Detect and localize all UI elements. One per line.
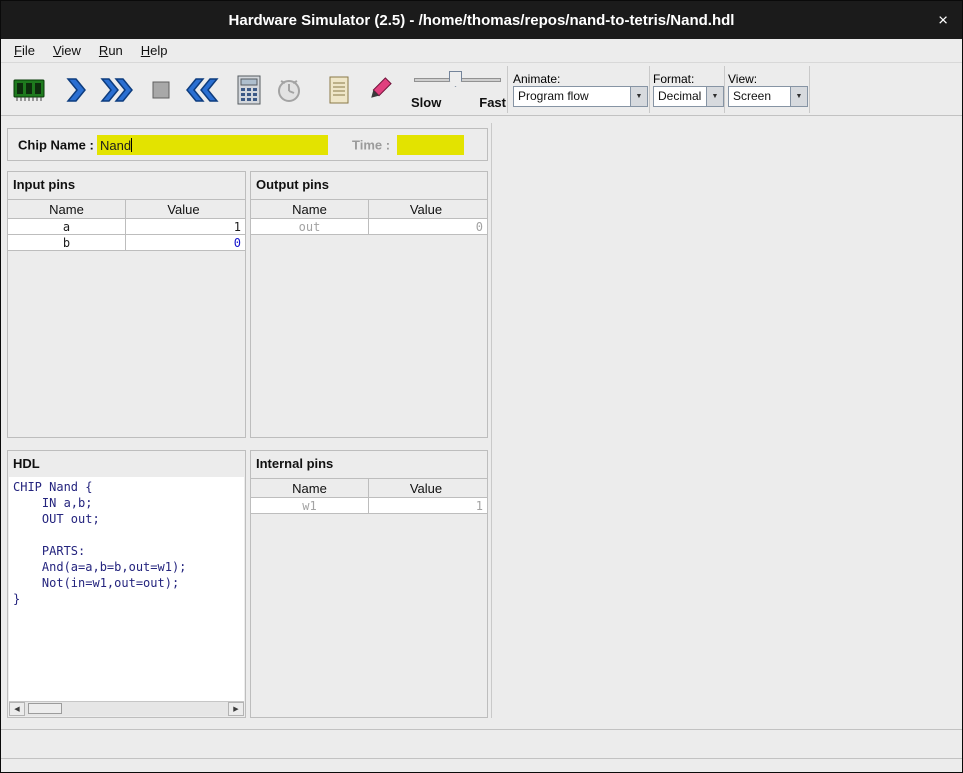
script-button[interactable] — [319, 70, 359, 110]
output-pins-title: Output pins — [256, 177, 329, 192]
column-header-value: Value — [369, 479, 487, 497]
menu-bar: File View Run Help — [1, 39, 962, 62]
column-header-name: Name — [251, 200, 369, 218]
titlebar: Hardware Simulator (2.5) - /home/thomas/… — [1, 1, 962, 39]
message-bar — [1, 758, 962, 773]
internal-pins-panel: Internal pins Name Value w1 1 — [250, 450, 488, 718]
table-header: Name Value — [8, 199, 245, 219]
chevron-down-icon[interactable]: ▼ — [706, 87, 723, 106]
pin-row-b: b 0 — [8, 235, 245, 251]
eraser-icon — [365, 76, 393, 104]
hdl-code-view: CHIP Nand { IN a,b; OUT out; PARTS: And(… — [9, 477, 244, 701]
calculator-icon — [236, 75, 262, 105]
hardware-simulator-window: Hardware Simulator (2.5) - /home/thomas/… — [0, 0, 963, 773]
script-icon — [327, 75, 351, 105]
hdl-title: HDL — [13, 456, 40, 471]
chip-name-value: Nand — [100, 138, 131, 153]
fast-label: Fast — [479, 95, 506, 110]
chip-name-bar: Chip Name : Nand Time : — [7, 128, 488, 161]
speed-slider: Slow Fast — [409, 68, 506, 113]
scrollbar-track[interactable] — [25, 702, 228, 716]
toolbar-separator — [507, 66, 508, 113]
memory-chip-icon — [13, 77, 45, 103]
scrollbar-thumb[interactable] — [28, 703, 62, 714]
time-label: Time : — [352, 137, 390, 152]
calculator-button[interactable] — [229, 70, 269, 110]
toolbar-separator — [724, 66, 725, 113]
pin-row-a: a 1 — [8, 219, 245, 235]
chip-name-input[interactable]: Nand — [97, 135, 328, 155]
hdl-code: CHIP Nand { IN a,b; OUT out; PARTS: And(… — [9, 477, 244, 609]
load-chip-button[interactable] — [9, 70, 49, 110]
pin-value[interactable]: 1 — [126, 219, 245, 234]
run-button[interactable] — [97, 70, 137, 110]
toolbar-separator — [649, 66, 650, 113]
column-header-name: Name — [8, 200, 126, 218]
text-caret — [131, 138, 132, 152]
output-pins-table: Name Value out 0 — [251, 199, 487, 235]
chip-display-area — [491, 123, 957, 718]
breakpoints-button[interactable] — [359, 70, 399, 110]
format-value: Decimal — [654, 87, 706, 106]
input-pins-table: Name Value a 1 b 0 — [8, 199, 245, 251]
animate-select[interactable]: Program flow ▼ — [513, 86, 648, 107]
fast-forward-icon — [98, 76, 136, 104]
single-step-button[interactable] — [56, 70, 96, 110]
close-button[interactable]: × — [938, 12, 948, 29]
output-pins-panel: Output pins Name Value out 0 — [250, 171, 488, 438]
chevron-down-icon[interactable]: ▼ — [630, 87, 647, 106]
format-label: Format: — [653, 72, 694, 86]
scroll-left-button[interactable]: ◀ — [9, 702, 25, 716]
menu-help[interactable]: Help — [132, 41, 177, 60]
format-select[interactable]: Decimal ▼ — [653, 86, 724, 107]
scroll-right-button[interactable]: ▶ — [228, 702, 244, 716]
animate-label: Animate: — [513, 72, 560, 86]
menu-view[interactable]: View — [44, 41, 90, 60]
menu-file[interactable]: File — [5, 41, 44, 60]
toolbar-separator — [809, 66, 810, 113]
view-select[interactable]: Screen ▼ — [728, 86, 808, 107]
stop-button[interactable] — [141, 70, 181, 110]
pin-value: 0 — [369, 219, 487, 234]
hdl-horizontal-scrollbar: ◀ ▶ — [9, 701, 244, 716]
window-title: Hardware Simulator (2.5) - /home/thomas/… — [229, 12, 735, 29]
pin-row-w1: w1 1 — [251, 498, 487, 514]
toolbar: Slow Fast Animate: Program flow ▼ Format… — [1, 62, 962, 116]
view-value: Screen — [729, 87, 790, 106]
pin-value[interactable]: 0 — [126, 235, 245, 250]
pin-name: w1 — [251, 498, 369, 513]
clock-icon — [275, 75, 303, 105]
view-label: View: — [728, 72, 757, 86]
stop-icon — [149, 78, 173, 102]
pin-value: 1 — [369, 498, 487, 513]
chip-name-label: Chip Name : — [18, 137, 94, 152]
table-header: Name Value — [251, 478, 487, 498]
internal-pins-title: Internal pins — [256, 456, 333, 471]
clock-button[interactable] — [269, 70, 309, 110]
pin-name: a — [8, 219, 126, 234]
hdl-panel: HDL CHIP Nand { IN a,b; OUT out; PARTS: … — [7, 450, 246, 718]
reset-button[interactable] — [182, 70, 222, 110]
animate-value: Program flow — [514, 87, 630, 106]
chevron-down-icon[interactable]: ▼ — [790, 87, 807, 106]
pin-name: out — [251, 219, 369, 234]
pin-name: b — [8, 235, 126, 250]
single-step-icon — [62, 76, 90, 104]
rewind-icon — [183, 76, 221, 104]
input-pins-panel: Input pins Name Value a 1 b 0 — [7, 171, 246, 438]
column-header-name: Name — [251, 479, 369, 497]
pin-row-out: out 0 — [251, 219, 487, 235]
column-header-value: Value — [126, 200, 245, 218]
column-header-value: Value — [369, 200, 487, 218]
menu-run[interactable]: Run — [90, 41, 132, 60]
table-header: Name Value — [251, 199, 487, 219]
speed-slider-thumb[interactable] — [449, 71, 462, 87]
status-bar — [1, 729, 962, 758]
time-input[interactable] — [397, 135, 464, 155]
slow-label: Slow — [411, 95, 441, 110]
input-pins-title: Input pins — [13, 177, 75, 192]
internal-pins-table: Name Value w1 1 — [251, 478, 487, 514]
